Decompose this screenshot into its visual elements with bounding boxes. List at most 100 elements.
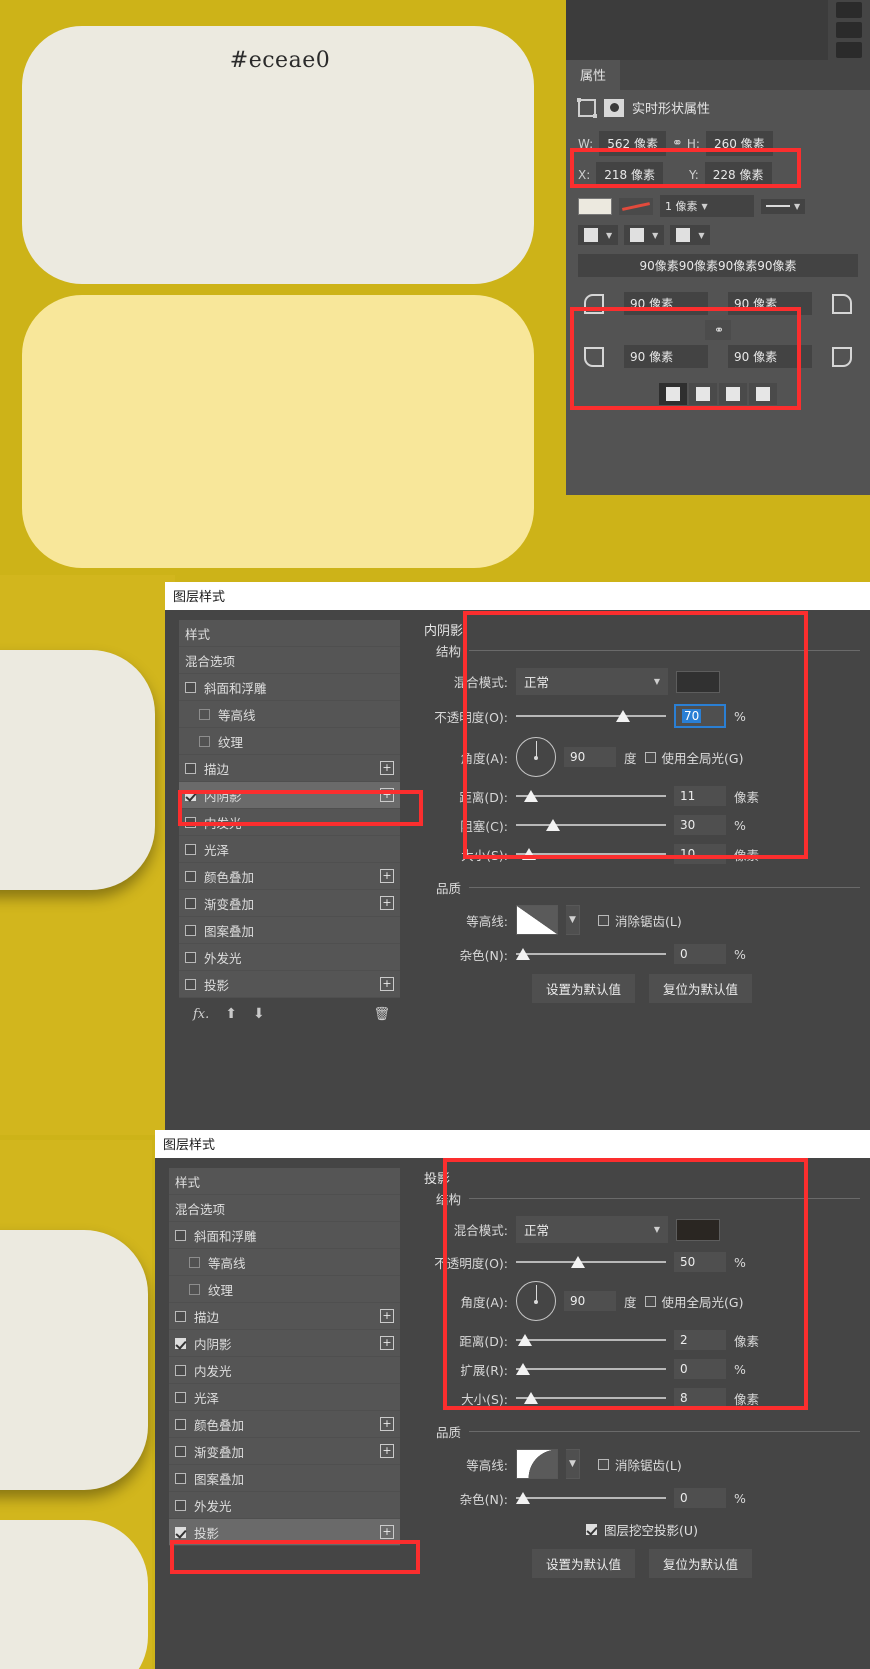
add-effect-icon[interactable]: + bbox=[380, 869, 394, 883]
add-effect-icon[interactable]: + bbox=[380, 1309, 394, 1323]
effect-checkbox[interactable] bbox=[185, 870, 196, 882]
distance-slider-2[interactable] bbox=[516, 1334, 666, 1346]
layer-effect-item[interactable]: 内发光 bbox=[169, 1357, 400, 1384]
layer-effect-item[interactable]: 渐变叠加 + bbox=[169, 1438, 400, 1465]
layer-effect-item[interactable]: 颜色叠加 + bbox=[179, 863, 400, 890]
layer-effect-item[interactable]: 描边 + bbox=[179, 755, 400, 782]
reset-default-button-2[interactable]: 复位为默认值 bbox=[649, 1549, 753, 1578]
effect-checkbox[interactable] bbox=[175, 1391, 186, 1403]
arrow-down-icon[interactable]: ⬇ bbox=[253, 1006, 265, 1022]
noise-input-1[interactable]: 0 bbox=[674, 944, 726, 964]
size-slider-1[interactable] bbox=[516, 848, 666, 860]
toolbar-icon-group[interactable] bbox=[828, 0, 870, 60]
arrow-up-icon[interactable]: ⬆ bbox=[225, 1006, 237, 1022]
effect-checkbox[interactable] bbox=[189, 1283, 200, 1295]
contour-preview-1[interactable] bbox=[516, 905, 558, 935]
size-slider-2[interactable] bbox=[516, 1392, 666, 1404]
effect-checkbox[interactable] bbox=[175, 1364, 186, 1376]
noise-slider-2[interactable] bbox=[516, 1492, 666, 1504]
layer-effect-item[interactable]: 等高线 bbox=[179, 701, 400, 728]
effect-checkbox[interactable] bbox=[175, 1310, 186, 1322]
opacity-input-1[interactable]: 70 bbox=[674, 704, 726, 728]
layer-effect-item[interactable]: 内阴影 + bbox=[169, 1330, 400, 1357]
layer-effect-item[interactable]: 斜面和浮雕 bbox=[179, 674, 400, 701]
layer-effect-item[interactable]: 图案叠加 bbox=[179, 917, 400, 944]
effect-checkbox[interactable] bbox=[175, 1472, 186, 1484]
add-effect-icon[interactable]: + bbox=[380, 1336, 394, 1350]
layer-effect-item[interactable]: 投影 + bbox=[169, 1519, 400, 1546]
size-input-1[interactable]: 10 bbox=[674, 844, 726, 864]
distance-input-1[interactable]: 11 bbox=[674, 786, 726, 806]
effect-checkbox[interactable] bbox=[185, 924, 196, 936]
noise-slider-1[interactable] bbox=[516, 948, 666, 960]
shadow-color-swatch-1[interactable] bbox=[676, 670, 720, 693]
opacity-slider-2[interactable] bbox=[516, 1256, 666, 1268]
layer-effect-item[interactable]: 图案叠加 bbox=[169, 1465, 400, 1492]
layer-effect-item[interactable]: 外发光 bbox=[169, 1492, 400, 1519]
toolbar-icon-3[interactable] bbox=[836, 42, 862, 58]
layer-effect-item[interactable]: 外发光 bbox=[179, 944, 400, 971]
distance-slider-1[interactable] bbox=[516, 790, 666, 802]
set-default-button-2[interactable]: 设置为默认值 bbox=[531, 1549, 635, 1578]
layer-effect-item[interactable]: 纹理 bbox=[169, 1276, 400, 1303]
layer-effect-item[interactable]: 光泽 bbox=[179, 836, 400, 863]
add-effect-icon[interactable]: + bbox=[380, 1444, 394, 1458]
global-light-row-2[interactable]: 使用全局光(G) bbox=[644, 1292, 743, 1311]
stroke-dash-select[interactable]: ▼ bbox=[761, 198, 806, 214]
knockout-row-2[interactable]: 图层挖空投影(U) bbox=[424, 1520, 860, 1539]
effect-checkbox[interactable] bbox=[185, 681, 196, 693]
radius-top-right-input[interactable]: 90 像素 bbox=[728, 292, 812, 315]
effect-checkbox[interactable] bbox=[199, 708, 210, 720]
reset-default-button-1[interactable]: 复位为默认值 bbox=[649, 974, 753, 1003]
layer-effect-item[interactable]: 颜色叠加 + bbox=[169, 1411, 400, 1438]
layer-effect-item[interactable]: 投影 + bbox=[179, 971, 400, 998]
radius-top-left-input[interactable]: 90 像素 bbox=[624, 292, 708, 315]
spread-slider-2[interactable] bbox=[516, 1363, 666, 1375]
path-op-intersect[interactable] bbox=[719, 383, 747, 405]
radius-summary-field[interactable]: 90像素90像素90像素90像素 bbox=[578, 254, 858, 277]
effect-checkbox[interactable] bbox=[185, 897, 196, 909]
fill-color-swatch[interactable] bbox=[578, 197, 612, 215]
link-icon[interactable]: ⚭ bbox=[672, 136, 683, 151]
width-input[interactable]: 562 像素 bbox=[599, 131, 666, 156]
effect-checkbox[interactable] bbox=[185, 762, 196, 774]
knockout-checkbox-2[interactable] bbox=[586, 1524, 598, 1535]
stroke-width-input[interactable]: 1 像素 ▼ bbox=[660, 195, 754, 217]
stroke-align-select[interactable]: ▼ bbox=[578, 225, 619, 245]
angle-input-1[interactable]: 90 bbox=[564, 747, 616, 767]
add-effect-icon[interactable]: + bbox=[380, 977, 394, 991]
fx-icon[interactable]: fx. bbox=[193, 1007, 209, 1022]
angle-input-2[interactable]: 90 bbox=[564, 1291, 616, 1311]
radius-bottom-right-input[interactable]: 90 像素 bbox=[728, 345, 812, 368]
size-input-2[interactable]: 8 bbox=[674, 1388, 726, 1408]
radius-bottom-left-input[interactable]: 90 像素 bbox=[624, 345, 708, 368]
noise-input-2[interactable]: 0 bbox=[674, 1488, 726, 1508]
layer-effect-item[interactable]: 等高线 bbox=[169, 1249, 400, 1276]
antialias-row-2[interactable]: 消除锯齿(L) bbox=[598, 1455, 682, 1474]
add-effect-icon[interactable]: + bbox=[380, 788, 394, 802]
angle-dial-2[interactable] bbox=[516, 1281, 556, 1321]
contour-preview-2[interactable] bbox=[516, 1449, 558, 1479]
tab-properties[interactable]: 属性 bbox=[566, 60, 621, 90]
layer-effect-item[interactable]: 混合选项 bbox=[179, 647, 400, 674]
add-effect-icon[interactable]: + bbox=[380, 1525, 394, 1539]
layer-effect-item[interactable]: 光泽 bbox=[169, 1384, 400, 1411]
opacity-slider-1[interactable] bbox=[516, 710, 666, 722]
effect-checkbox[interactable] bbox=[175, 1337, 186, 1349]
path-op-exclude[interactable] bbox=[749, 383, 777, 405]
chevron-down-icon[interactable]: ▼ bbox=[566, 1449, 580, 1479]
layer-effect-item[interactable]: 渐变叠加 + bbox=[179, 890, 400, 917]
stroke-cap-select[interactable]: ▼ bbox=[624, 225, 665, 245]
toolbar-icon-2[interactable] bbox=[836, 22, 862, 38]
layer-effect-item[interactable]: 混合选项 bbox=[169, 1195, 400, 1222]
y-input[interactable]: 228 像素 bbox=[704, 162, 772, 187]
layer-effect-item[interactable]: 样式 bbox=[169, 1168, 400, 1195]
layer-effect-item[interactable]: 描边 + bbox=[169, 1303, 400, 1330]
effect-checkbox[interactable] bbox=[189, 1256, 200, 1268]
stroke-corner-select[interactable]: ▼ bbox=[670, 225, 711, 245]
global-light-row-1[interactable]: 使用全局光(G) bbox=[644, 748, 743, 767]
stroke-color-swatch[interactable] bbox=[619, 197, 653, 215]
global-light-checkbox-2[interactable] bbox=[644, 1295, 656, 1307]
antialias-checkbox-2[interactable] bbox=[598, 1458, 609, 1470]
add-effect-icon[interactable]: + bbox=[380, 896, 394, 910]
